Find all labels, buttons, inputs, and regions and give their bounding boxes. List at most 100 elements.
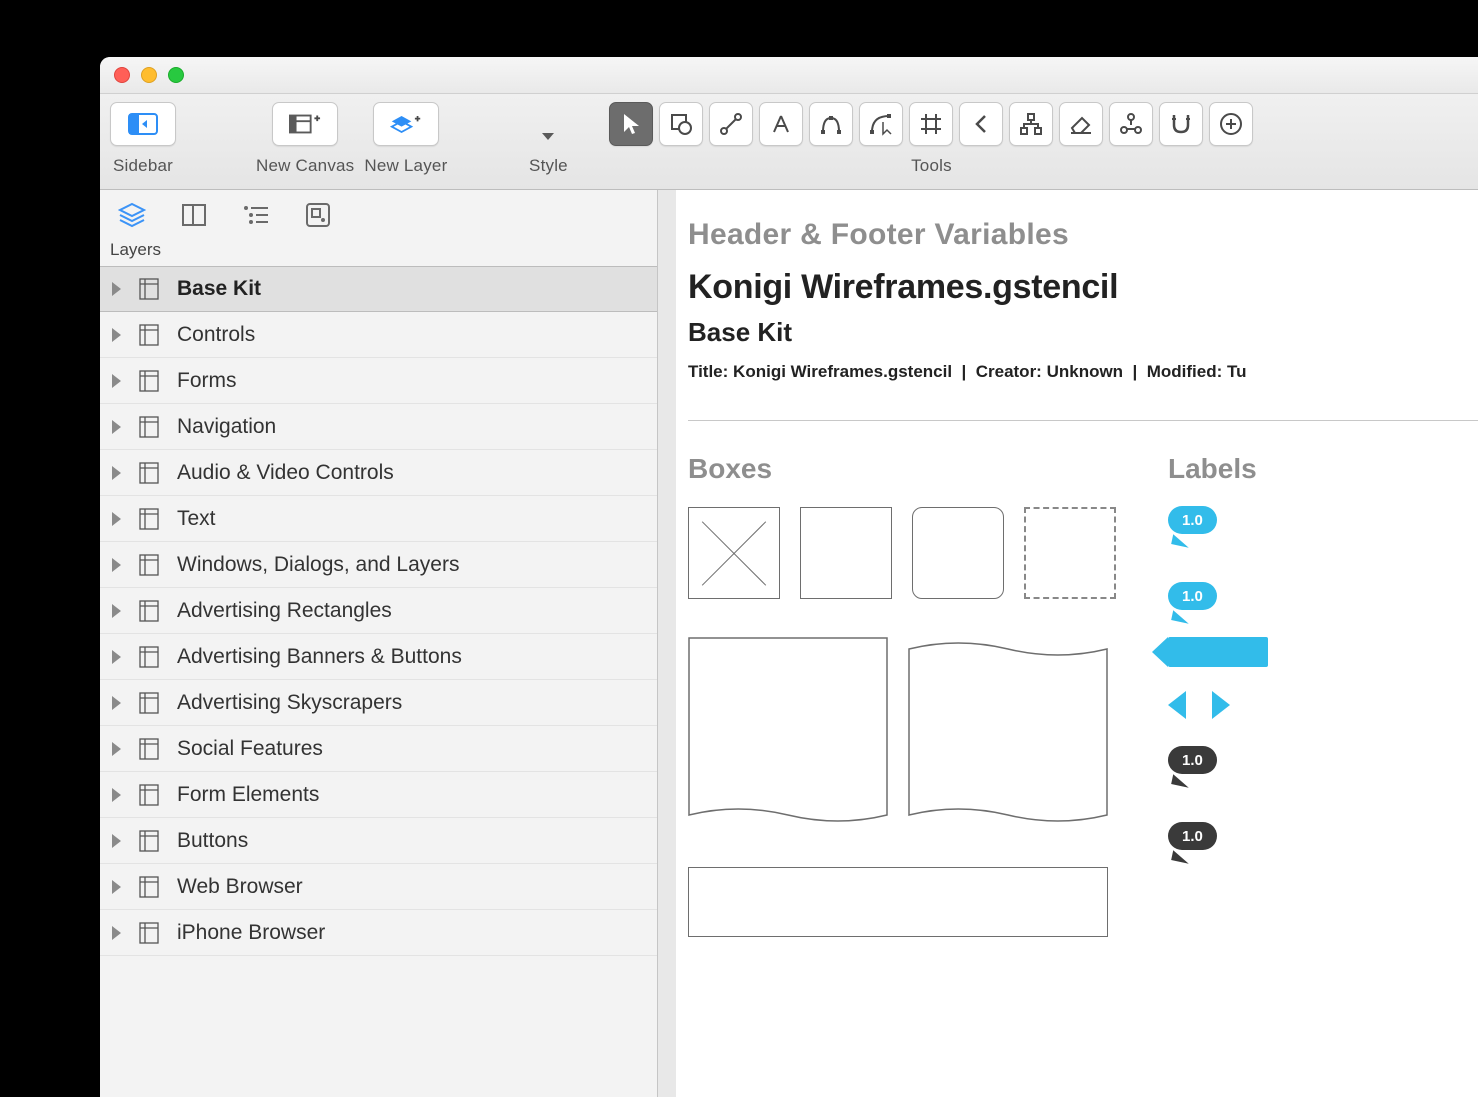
label-bubble-dark-1[interactable]: 1.0 — [1168, 743, 1268, 777]
canvas-icon — [139, 508, 159, 530]
label-triangles[interactable] — [1168, 691, 1268, 719]
meta-title-prefix: Title: — [688, 362, 728, 381]
layer-row[interactable]: Advertising Banners & Buttons — [100, 634, 657, 680]
fill-tool[interactable] — [1059, 102, 1103, 146]
titlebar[interactable] — [100, 57, 1478, 94]
disclosure-triangle-icon[interactable] — [112, 696, 121, 710]
layer-list[interactable]: Base Kit Controls Forms Navigation Audio… — [100, 266, 657, 1097]
canvas-icon — [139, 692, 159, 714]
label-value: 1.0 — [1182, 588, 1203, 605]
layer-name: Windows, Dialogs, and Layers — [177, 553, 459, 577]
disclosure-triangle-icon[interactable] — [112, 880, 121, 894]
box-wide[interactable] — [688, 867, 1108, 937]
box-placeholder-crossed[interactable] — [688, 507, 780, 599]
layer-row[interactable]: Audio & Video Controls — [100, 450, 657, 496]
label-value: 1.0 — [1182, 752, 1203, 769]
label-bubble-light-1[interactable]: 1.0 — [1168, 503, 1268, 537]
canvas-icon — [139, 646, 159, 668]
line-tool[interactable] — [709, 102, 753, 146]
layer-row[interactable]: Navigation — [100, 404, 657, 450]
new-canvas-label: New Canvas — [256, 156, 354, 176]
new-canvas-icon — [289, 112, 321, 136]
meta-creator-value: Unknown — [1047, 362, 1124, 381]
layer-row[interactable]: Windows, Dialogs, and Layers — [100, 542, 657, 588]
disclosure-triangle-icon[interactable] — [112, 604, 121, 618]
triangle-right-icon — [1212, 691, 1230, 719]
layer-row[interactable]: iPhone Browser — [100, 910, 657, 956]
box-rounded[interactable] — [912, 507, 1004, 599]
layer-row[interactable]: Buttons — [100, 818, 657, 864]
layer-row[interactable]: Web Browser — [100, 864, 657, 910]
distribute-tool[interactable] — [1109, 102, 1153, 146]
magnet-tool[interactable] — [1159, 102, 1203, 146]
layer-name: Audio & Video Controls — [177, 461, 394, 485]
layer-name: iPhone Browser — [177, 921, 325, 945]
disclosure-triangle-icon[interactable] — [112, 558, 121, 572]
add-tool[interactable] — [1209, 102, 1253, 146]
new-canvas-button[interactable] — [272, 102, 338, 146]
disclosure-triangle-icon[interactable] — [112, 834, 121, 848]
layer-row[interactable]: Social Features — [100, 726, 657, 772]
canvas-icon — [139, 738, 159, 760]
meta-modified-prefix: Modified: — [1147, 362, 1223, 381]
canvases-icon — [181, 203, 207, 227]
new-layer-button[interactable] — [373, 102, 439, 146]
artboard-tool[interactable] — [909, 102, 953, 146]
point-edit-tool[interactable] — [859, 102, 903, 146]
canvas-area[interactable]: Header & Footer Variables Konigi Wirefra… — [658, 190, 1478, 1097]
label-bubble-light-2[interactable]: 1.0 — [1168, 579, 1268, 613]
box-page-wave[interactable] — [908, 637, 1108, 827]
disclosure-triangle-icon[interactable] — [112, 420, 121, 434]
divider — [688, 420, 1478, 421]
disclosure-triangle-icon[interactable] — [112, 328, 121, 342]
layer-row[interactable]: Controls — [100, 312, 657, 358]
layer-name: Base Kit — [177, 277, 261, 301]
style-dropdown[interactable] — [527, 102, 569, 146]
label-bubble-dark-2[interactable]: 1.0 — [1168, 819, 1268, 853]
back-tool[interactable] — [959, 102, 1003, 146]
new-layer-group: New Layer — [364, 102, 447, 176]
close-window-button[interactable] — [114, 67, 130, 83]
layer-name: Social Features — [177, 737, 323, 761]
meta-modified-value: Tu — [1227, 362, 1247, 381]
page-name: Base Kit — [688, 317, 1478, 348]
layers-tab[interactable] — [116, 201, 148, 229]
layer-row[interactable]: Advertising Skyscrapers — [100, 680, 657, 726]
layer-row[interactable]: Form Elements — [100, 772, 657, 818]
box-square[interactable] — [800, 507, 892, 599]
hierarchy-tool[interactable] — [1009, 102, 1053, 146]
sidebar-toggle-button[interactable] — [110, 102, 176, 146]
outline-tab[interactable] — [240, 201, 272, 229]
text-tool[interactable] — [759, 102, 803, 146]
shape-tool[interactable] — [659, 102, 703, 146]
chevron-down-icon — [542, 133, 554, 140]
label-arrow-left[interactable] — [1168, 637, 1268, 667]
disclosure-triangle-icon[interactable] — [112, 926, 121, 940]
minimize-window-button[interactable] — [141, 67, 157, 83]
canvas-icon — [139, 324, 159, 346]
box-dashed[interactable] — [1024, 507, 1116, 599]
disclosure-triangle-icon[interactable] — [112, 650, 121, 664]
disclosure-triangle-icon[interactable] — [112, 374, 121, 388]
layer-row[interactable]: Text — [100, 496, 657, 542]
pen-tool[interactable] — [809, 102, 853, 146]
disclosure-triangle-icon[interactable] — [112, 742, 121, 756]
box-page-torn[interactable] — [688, 637, 888, 827]
canvases-tab[interactable] — [178, 201, 210, 229]
disclosure-triangle-icon[interactable] — [112, 282, 121, 296]
point-edit-icon — [869, 112, 893, 136]
layer-row[interactable]: Advertising Rectangles — [100, 588, 657, 634]
selection-tool[interactable] — [609, 102, 653, 146]
layer-row[interactable]: Base Kit — [100, 266, 657, 312]
disclosure-triangle-icon[interactable] — [112, 512, 121, 526]
selection-tab[interactable] — [302, 201, 334, 229]
layer-row[interactable]: Forms — [100, 358, 657, 404]
selection-panel-icon — [305, 202, 331, 228]
canvas-icon — [139, 278, 159, 300]
disclosure-triangle-icon[interactable] — [112, 788, 121, 802]
zoom-window-button[interactable] — [168, 67, 184, 83]
disclosure-triangle-icon[interactable] — [112, 466, 121, 480]
outline-icon — [242, 204, 270, 226]
meta-creator-prefix: Creator: — [976, 362, 1042, 381]
canvas-icon — [139, 784, 159, 806]
